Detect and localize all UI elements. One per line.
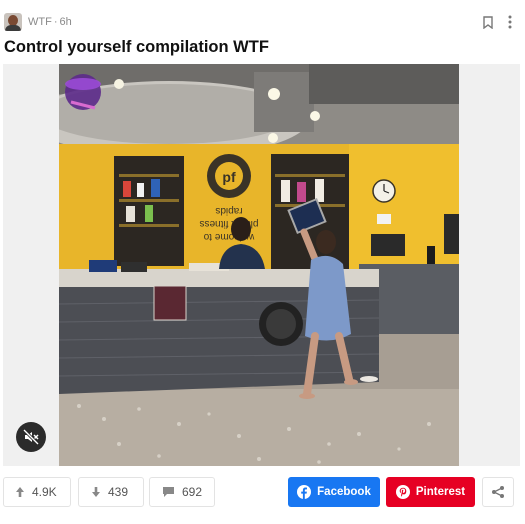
channel-name[interactable]: WTF	[28, 16, 52, 28]
bookmark-button[interactable]	[477, 11, 499, 33]
post-meta: WTF · 6h	[28, 16, 72, 28]
video-player[interactable]: pf welcome to planet fitness rapids	[59, 64, 459, 466]
video-frame: pf welcome to planet fitness rapids	[59, 64, 459, 466]
svg-text:rapids: rapids	[215, 205, 242, 216]
post-header: WTF · 6h	[4, 10, 521, 34]
arrow-down-icon	[91, 486, 101, 498]
svg-text:pf: pf	[222, 169, 236, 185]
post-action-bar: 4.9K 439 692 Facebook Pinterest	[3, 477, 517, 507]
mute-toggle-button[interactable]	[16, 422, 46, 452]
meta-separator: ·	[53, 16, 58, 28]
arrow-up-icon	[15, 486, 25, 498]
more-vertical-icon	[508, 15, 512, 29]
downvote-count: 439	[108, 485, 129, 499]
comments-button[interactable]: 692	[149, 477, 215, 507]
share-facebook-button[interactable]: Facebook	[288, 477, 380, 507]
facebook-label: Facebook	[317, 486, 371, 498]
share-button[interactable]	[482, 477, 514, 507]
share-pinterest-button[interactable]: Pinterest	[386, 477, 475, 507]
media-container: pf welcome to planet fitness rapids	[3, 64, 520, 466]
post-title[interactable]: Control yourself compilation WTF	[4, 38, 269, 57]
post-age: 6h	[59, 16, 72, 28]
downvote-button[interactable]: 439	[78, 477, 144, 507]
comment-count: 692	[182, 485, 203, 499]
mute-icon	[23, 429, 39, 445]
upvote-count: 4.9K	[32, 485, 57, 499]
upvote-button[interactable]: 4.9K	[3, 477, 71, 507]
share-icon	[492, 486, 504, 498]
comment-icon	[162, 486, 175, 498]
pinterest-icon	[395, 485, 410, 499]
facebook-icon	[297, 485, 312, 499]
bookmark-icon	[483, 15, 493, 29]
channel-avatar[interactable]	[4, 13, 22, 31]
pinterest-label: Pinterest	[415, 486, 466, 498]
more-options-button[interactable]	[499, 11, 521, 33]
